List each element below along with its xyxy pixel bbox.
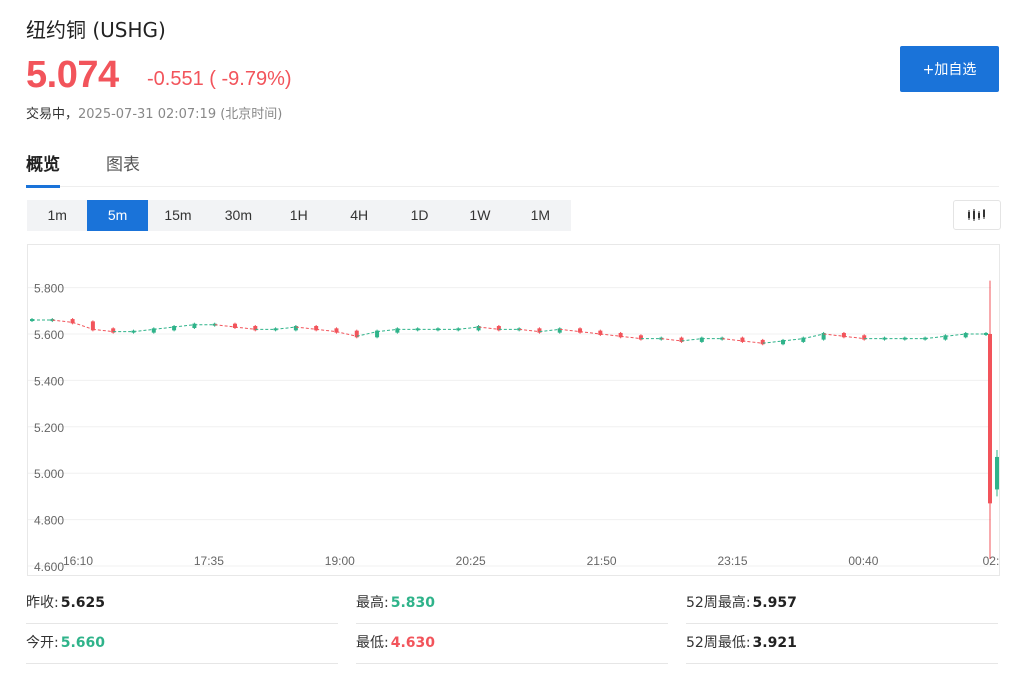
y-tick-label: 5.200 (34, 421, 64, 435)
candle-link (681, 338, 702, 342)
candle-link (742, 340, 763, 344)
trading-status: 交易中，2025-07-31 02:07:19 (北京时间) (26, 103, 282, 122)
candle-link (478, 326, 499, 330)
y-tick-label: 5.000 (34, 467, 64, 481)
candle-link (153, 326, 175, 330)
candle-body (995, 456, 999, 490)
candle-link (539, 328, 560, 333)
candle-body (760, 339, 765, 345)
stat-value: 3.921 (752, 635, 797, 651)
candle-link (661, 338, 682, 342)
x-tick-label: 19:00 (325, 554, 355, 568)
candle-link (925, 335, 946, 340)
candle-body (988, 333, 992, 504)
stat-high: 最高: 5.830 (356, 584, 668, 624)
tab-bar: 概览 图表 (26, 150, 999, 188)
y-tick-label: 5.800 (34, 282, 64, 296)
candle-link (72, 321, 94, 330)
timezone-label: (北京时间) (220, 107, 283, 122)
candle-body (679, 337, 684, 342)
candle-link (782, 338, 804, 342)
price-chart[interactable]: 5.800 5.600 5.400 5.200 5.000 4.800 4.600 16:10… (27, 244, 1000, 576)
candle-link (762, 340, 784, 344)
status-label: 交易中， (26, 107, 79, 122)
last-price: 5.074 (26, 54, 119, 96)
candle-link (52, 319, 73, 323)
candle-link (620, 335, 641, 340)
candle-link (843, 335, 865, 340)
y-tick-label: 5.400 (34, 374, 64, 388)
candle-link (92, 328, 114, 333)
x-tick-label: 21:50 (587, 554, 617, 568)
stat-value: 5.625 (60, 595, 106, 611)
x-tick-label: 02:0 (983, 554, 999, 568)
stat-low: 最低: 4.630 (356, 624, 668, 664)
tab-overview[interactable]: 概览 (26, 150, 60, 188)
candle-link (316, 328, 337, 333)
y-tick-label: 5.600 (34, 328, 64, 342)
x-tick-label: 17:35 (194, 554, 224, 568)
y-tick-label: 4.600 (34, 560, 64, 574)
candle-link (133, 328, 154, 333)
candle-body (476, 326, 481, 331)
add-to-watchlist-button[interactable]: +加自选 (900, 46, 999, 92)
timestamp: 2025-07-31 02:07:19 (78, 107, 217, 122)
period-1m[interactable]: 1m (27, 200, 87, 231)
price-change: -0.551 ( -9.79%) (147, 68, 292, 90)
candle-link (377, 328, 398, 333)
stat-open: 今开: 5.660 (26, 624, 338, 664)
candlestick-chart: 5.800 5.600 5.400 5.200 5.000 4.800 4.60016:10… (28, 280, 999, 574)
period-selector: 1m 5m 15m 30m 1H 4H 1D 1W 1M (27, 200, 571, 231)
candle-body (293, 326, 298, 331)
stat-prev-close: 昨收: 5.625 (26, 584, 338, 624)
stat-52w-low: 52周最低: 3.921 (686, 624, 998, 664)
candle-link (295, 326, 317, 330)
candle-body (537, 328, 542, 333)
candle-link (234, 326, 256, 330)
stat-value: 4.630 (390, 635, 436, 651)
candle-link (519, 328, 540, 333)
candle-link (214, 324, 236, 328)
period-30m[interactable]: 30m (208, 200, 268, 231)
x-tick-label: 20:25 (456, 554, 486, 568)
stat-value: 5.957 (752, 595, 797, 611)
period-15m[interactable]: 15m (148, 200, 208, 231)
candle-link (275, 326, 296, 330)
candle-link (803, 333, 824, 340)
chart-type-button[interactable] (953, 200, 1001, 230)
stat-52w-high: 52周最高: 5.957 (686, 584, 998, 624)
period-1mo[interactable]: 1M (510, 200, 570, 231)
candle-link (458, 326, 479, 330)
candle-link (174, 324, 195, 328)
period-1w[interactable]: 1W (450, 200, 510, 231)
x-tick-label: 16:10 (63, 554, 93, 568)
y-tick-label: 4.800 (34, 514, 64, 528)
tab-chart[interactable]: 图表 (106, 150, 140, 185)
x-tick-label: 00:40 (848, 554, 878, 568)
stat-value: 5.660 (60, 635, 106, 651)
candle-link (559, 328, 581, 333)
period-5m[interactable]: 5m (87, 200, 148, 231)
candle-body (557, 328, 562, 333)
instrument-title: 纽约铜 (USHG) (26, 18, 166, 42)
period-4h[interactable]: 4H (329, 200, 389, 231)
stat-value: 5.830 (390, 595, 436, 611)
candlestick-icon (968, 209, 985, 221)
period-1h[interactable]: 1H (269, 200, 329, 231)
period-1d[interactable]: 1D (389, 200, 449, 231)
x-tick-label: 23:15 (717, 554, 747, 568)
candle-link (722, 338, 743, 342)
